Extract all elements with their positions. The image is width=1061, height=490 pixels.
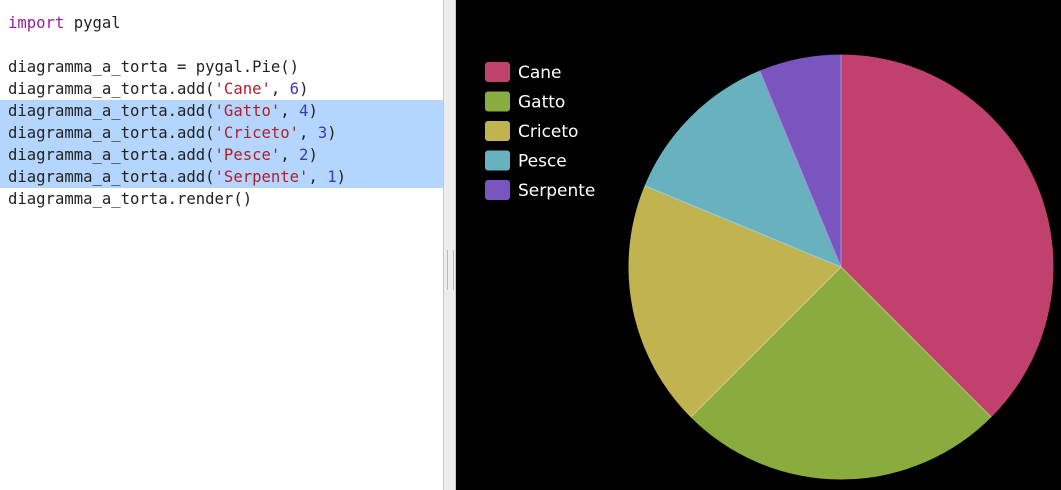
legend-item-serpente[interactable]: Serpente [485,180,595,201]
code-editor[interactable]: import pygal diagramma_a_torta = pygal.Pi… [0,0,443,490]
legend-label: Gatto [518,93,565,113]
code-token: pygal [64,14,121,32]
pie-chart: Cane Gatto Criceto Pesce Serpente [485,54,1054,480]
code-token: ) [308,102,318,120]
code-line[interactable]: diagramma_a_torta.render() [0,188,443,210]
legend-label: Serpente [518,181,595,201]
legend-item-criceto[interactable]: Criceto [485,121,578,142]
legend-swatch[interactable] [485,62,510,82]
code-line[interactable]: diagramma_a_torta.add('Gatto', 4) [0,100,443,122]
code-token: diagramma_a_torta.add( [8,102,215,120]
legend-label: Cane [518,63,562,83]
code-token: , [280,102,300,120]
code-token: ) [327,124,337,142]
code-token: 'Gatto' [214,102,281,120]
code-token: 1 [327,168,337,186]
legend-label: Criceto [518,122,578,142]
code-line[interactable]: diagramma_a_torta = pygal.Pie() [0,56,443,78]
code-token: ) [336,168,346,186]
splitter-grip-icon[interactable] [447,250,454,290]
code-line[interactable]: diagramma_a_torta.add('Criceto', 3) [0,122,443,144]
code-line[interactable]: diagramma_a_torta.add('Cane', 6) [0,78,443,100]
code-lines: import pygal diagramma_a_torta = pygal.Pi… [0,12,443,210]
legend-swatch[interactable] [485,180,510,200]
legend-swatch[interactable] [485,121,510,141]
code-token: 3 [317,124,328,142]
code-token: diagramma_a_torta.add( [8,124,215,142]
code-token: diagramma_a_torta.add( [8,80,215,98]
code-token: ) [299,80,309,98]
legend-label: Pesce [518,152,567,172]
code-token: diagramma_a_torta.render() [8,190,253,208]
code-token: 'Serpente' [214,168,309,186]
code-token: , [299,124,318,142]
code-token: diagramma_a_torta.add( [8,146,215,164]
code-token: , [280,146,300,164]
code-token: ) [308,146,318,164]
code-line[interactable] [0,34,443,56]
code-token: , [270,80,290,98]
code-line[interactable]: diagramma_a_torta.add('Serpente', 1) [0,166,443,188]
code-token: , [308,168,328,186]
code-token: 'Pesce' [214,146,281,164]
code-line[interactable]: import pygal [0,12,443,34]
legend-item-gatto[interactable]: Gatto [485,91,565,113]
code-token: 'Cane' [214,80,271,98]
legend-item-cane[interactable]: Cane [485,62,562,83]
code-token: 6 [289,80,300,98]
code-token: diagramma_a_torta = pygal.Pie() [8,58,300,76]
code-line[interactable]: diagramma_a_torta.add('Pesce', 2) [0,144,443,166]
code-token: diagramma_a_torta.add( [8,168,215,186]
chart-preview-panel: Cane Gatto Criceto Pesce Serpente [456,0,1061,490]
legend-item-pesce[interactable]: Pesce [485,150,567,172]
legend-swatch[interactable] [485,91,510,112]
code-token: 'Criceto' [214,124,300,142]
legend-swatch[interactable] [485,150,510,171]
pane-splitter[interactable] [443,0,456,490]
code-token: import [8,14,65,32]
